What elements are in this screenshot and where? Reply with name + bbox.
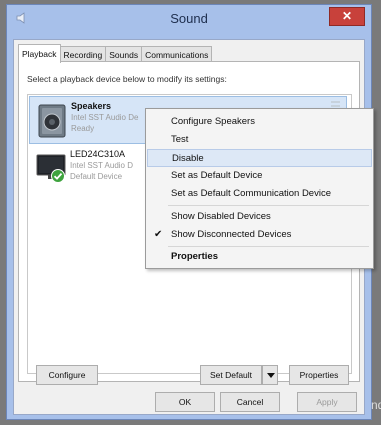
menu-item-show-disconnected-devices[interactable]: ✔ Show Disconnected Devices (147, 226, 372, 244)
set-default-button[interactable]: Set Default (200, 365, 262, 385)
menu-item-disable[interactable]: Disable (147, 149, 372, 167)
instruction-text: Select a playback device below to modify… (27, 74, 227, 84)
device-description: Intel SST Audio De (71, 113, 139, 122)
menu-separator (168, 246, 369, 247)
tab-playback[interactable]: Playback (18, 44, 61, 63)
device-context-menu: Configure Speakers Test Disable Set as D… (145, 108, 374, 269)
menu-item-label: Test (171, 134, 189, 145)
menu-item-label: Show Disconnected Devices (171, 229, 292, 240)
default-device-check-icon (51, 169, 65, 183)
properties-button[interactable]: Properties (289, 365, 349, 385)
menu-item-show-disabled-devices[interactable]: Show Disabled Devices (147, 208, 372, 226)
menu-item-properties[interactable]: Properties (147, 248, 372, 266)
menu-item-label: Set as Default Device (171, 170, 263, 181)
menu-item-label: Configure Speakers (171, 116, 255, 127)
checkmark-icon: ✔ (154, 229, 163, 240)
menu-item-label: Set as Default Communication Device (171, 188, 331, 199)
menu-item-label: Disable (172, 153, 204, 164)
device-name: LED24C310A (70, 149, 126, 159)
device-description: Intel SST Audio D (70, 161, 133, 170)
menu-item-test[interactable]: Test (147, 131, 372, 149)
cancel-button[interactable]: Cancel (220, 392, 280, 412)
title-bar[interactable]: Sound ✕ (7, 5, 371, 33)
speaker-icon (38, 104, 66, 138)
close-button[interactable]: ✕ (329, 7, 365, 26)
menu-item-configure-speakers[interactable]: Configure Speakers (147, 113, 372, 131)
menu-item-set-default-communication-device[interactable]: Set as Default Communication Device (147, 185, 372, 203)
background-window-text: nd (371, 398, 381, 412)
set-default-dropdown-button[interactable] (262, 365, 278, 385)
device-name: Speakers (71, 101, 112, 111)
apply-button[interactable]: Apply (297, 392, 357, 412)
menu-item-set-default-device[interactable]: Set as Default Device (147, 167, 372, 185)
menu-separator (168, 205, 369, 206)
configure-button[interactable]: Configure (36, 365, 98, 385)
menu-item-label: Show Disabled Devices (171, 211, 271, 222)
device-status: Ready (71, 124, 95, 133)
device-status: Default Device (70, 172, 123, 181)
tab-strip: Playback Recording Sounds Communications (18, 44, 213, 63)
window-title: Sound (170, 11, 208, 26)
ok-button[interactable]: OK (155, 392, 215, 412)
menu-item-label: Properties (171, 251, 218, 262)
